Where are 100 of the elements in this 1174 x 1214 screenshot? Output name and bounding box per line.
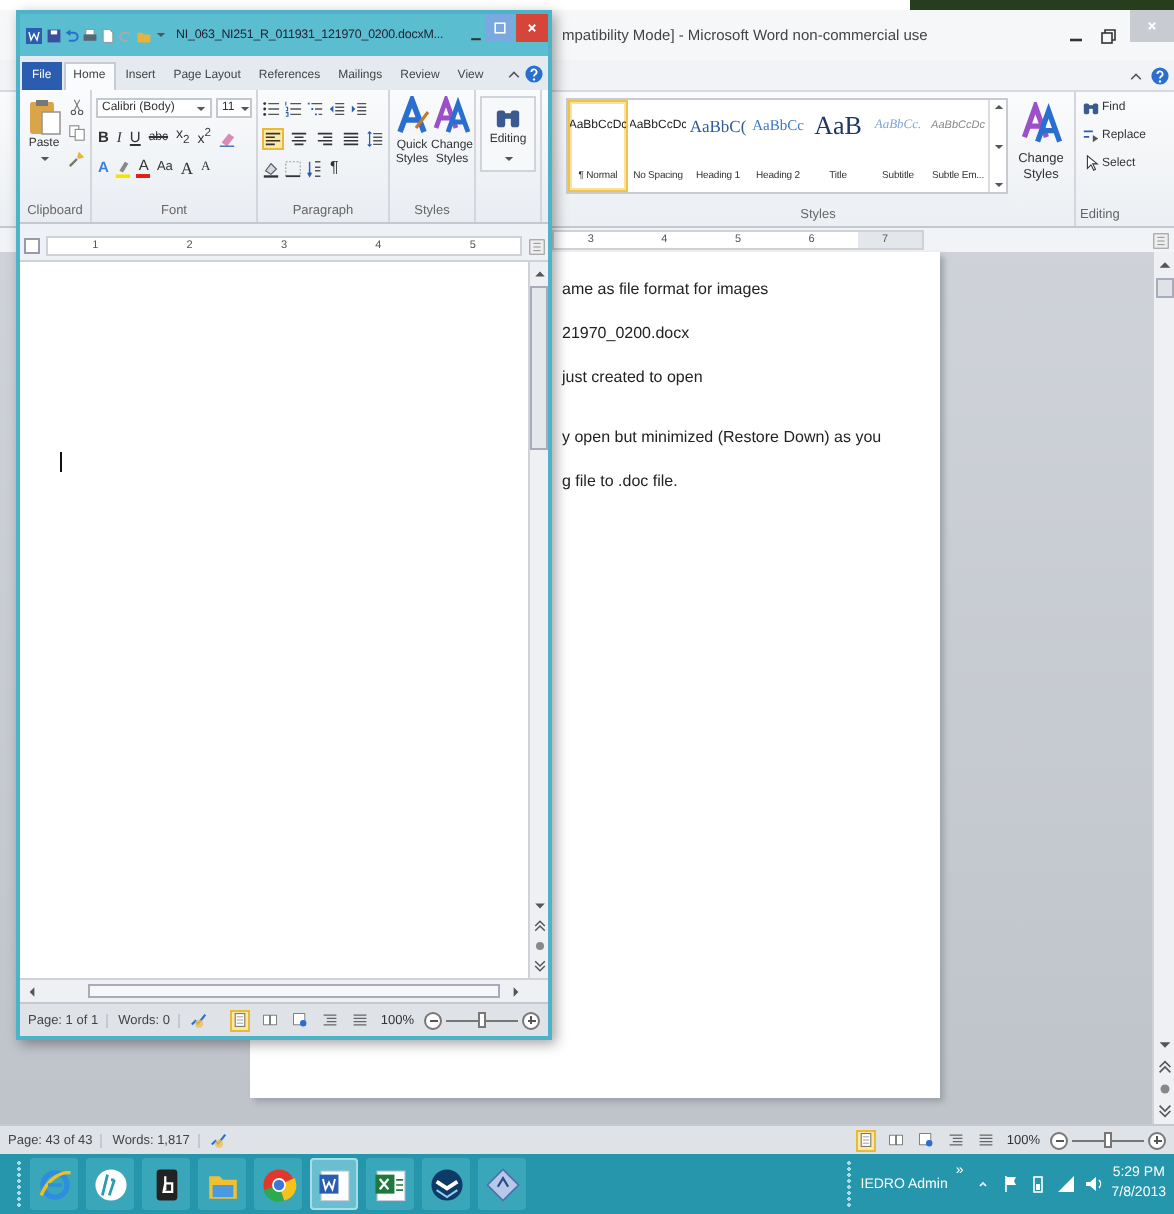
brush-icon[interactable] — [68, 150, 86, 168]
zoom-out-icon[interactable] — [1050, 1131, 1068, 1149]
save-icon[interactable] — [46, 27, 62, 43]
zoom-slider[interactable] — [1050, 1131, 1166, 1149]
proofing-icon[interactable] — [189, 1011, 208, 1029]
caret-icon — [501, 152, 515, 166]
view-button[interactable] — [320, 1009, 341, 1031]
previous-page-icon[interactable] — [1155, 1058, 1173, 1076]
browser-icon — [35, 1165, 73, 1203]
next-page-icon[interactable] — [1155, 1102, 1173, 1120]
letter-a-icon — [432, 96, 472, 136]
view-button[interactable] — [230, 1009, 251, 1031]
web-layout-icon — [292, 1012, 309, 1028]
draft-icon — [978, 1132, 995, 1148]
clipboard-icon — [24, 96, 64, 136]
left-arrow-icon[interactable] — [24, 983, 40, 999]
zoom-in-icon[interactable] — [1148, 1131, 1166, 1149]
view-button[interactable] — [350, 1009, 371, 1031]
taskbar-button[interactable] — [422, 1158, 470, 1210]
font-button[interactable]: A — [178, 158, 196, 178]
proofing-icon[interactable] — [209, 1131, 228, 1149]
align-button[interactable] — [288, 127, 310, 149]
ruler-toggle-icon[interactable] — [1152, 231, 1170, 249]
ruler-toggle-icon[interactable] — [528, 237, 546, 255]
highlighter-icon[interactable] — [114, 159, 133, 177]
slider-thumb[interactable] — [478, 1011, 486, 1027]
decrease-indent-icon[interactable] — [328, 99, 346, 117]
up-arrow-icon[interactable] — [991, 100, 1005, 114]
view-button[interactable] — [946, 1129, 967, 1151]
binoculars-icon — [1082, 98, 1100, 116]
signal-icon[interactable] — [1055, 1174, 1076, 1194]
help-icon[interactable] — [1150, 65, 1170, 85]
caret-icon[interactable] — [154, 28, 168, 42]
maximize-icon — [492, 20, 508, 36]
document-text: ame as file format for images — [562, 278, 771, 302]
view-button[interactable] — [916, 1129, 937, 1151]
speaker-icon[interactable] — [1083, 1174, 1104, 1194]
copy-icon[interactable] — [68, 124, 86, 142]
view-button[interactable] — [290, 1009, 311, 1031]
style-preview: AaBbC( — [690, 114, 746, 140]
numbered-list-icon[interactable] — [284, 99, 302, 117]
text-cursor — [60, 452, 62, 472]
restore-icon[interactable] — [1098, 25, 1118, 45]
vertical-scrollbar[interactable] — [1152, 252, 1174, 1124]
up-arrow-icon[interactable] — [531, 266, 547, 282]
replace-icon — [1082, 126, 1100, 144]
align-lines-icon — [264, 129, 282, 147]
round-chevron-icon — [427, 1165, 465, 1203]
word-app-icon[interactable] — [24, 25, 44, 45]
view-button[interactable] — [976, 1129, 997, 1151]
view-button[interactable] — [856, 1129, 877, 1151]
grip-icon — [846, 1160, 853, 1208]
align-button[interactable] — [262, 127, 284, 149]
close-button[interactable] — [516, 14, 548, 42]
scroll-thumb[interactable] — [530, 286, 548, 450]
scroll-thumb[interactable] — [1155, 278, 1173, 298]
bullet-list-icon[interactable] — [262, 99, 280, 117]
page-icon[interactable] — [100, 27, 116, 43]
document-text: y open but minimized (Restore Down) as you — [562, 426, 884, 450]
web-layout-icon — [918, 1132, 935, 1148]
next-page-icon[interactable] — [531, 958, 547, 974]
help-icon[interactable] — [524, 63, 544, 83]
eraser-icon[interactable] — [217, 129, 236, 147]
increase-indent-icon[interactable] — [350, 99, 368, 117]
view-button[interactable] — [260, 1009, 281, 1031]
letter-a-icon — [1019, 102, 1063, 146]
align-button[interactable] — [314, 127, 336, 149]
zoom-in-icon[interactable] — [522, 1011, 540, 1029]
close-icon — [524, 20, 540, 36]
outline-icon — [948, 1132, 965, 1148]
battery-icon[interactable] — [1027, 1174, 1048, 1194]
slider-thumb[interactable] — [1104, 1131, 1112, 1147]
view-button[interactable] — [886, 1129, 907, 1151]
pointer-icon — [1082, 154, 1100, 172]
shading-icon[interactable] — [262, 159, 280, 177]
down-arrow-icon[interactable] — [531, 898, 547, 914]
browse-object-icon[interactable] — [1155, 1080, 1173, 1098]
align-button[interactable] — [340, 127, 362, 149]
horizontal-scrollbar[interactable] — [20, 978, 548, 1002]
taskbar-button[interactable] — [310, 1158, 358, 1210]
flag-icon[interactable] — [999, 1174, 1020, 1194]
taskbar-button[interactable] — [142, 1158, 190, 1210]
vertical-scrollbar[interactable] — [528, 262, 548, 978]
multilevel-list-icon[interactable] — [306, 99, 324, 117]
zoom-slider[interactable] — [424, 1011, 540, 1029]
down-arrow-icon[interactable] — [991, 139, 1005, 153]
browse-object-icon[interactable] — [531, 938, 547, 954]
zoom-out-icon[interactable] — [424, 1011, 442, 1029]
print-icon[interactable] — [82, 27, 98, 43]
scissors-icon[interactable] — [68, 98, 86, 116]
right-arrow-icon[interactable] — [508, 983, 524, 999]
sort-icon[interactable] — [306, 159, 324, 177]
show-marks-button[interactable]: ¶ — [328, 158, 341, 178]
grip-icon — [16, 1160, 22, 1208]
borders-icon[interactable] — [284, 159, 302, 177]
line-spacing-icon[interactable] — [366, 129, 384, 147]
tab-selector[interactable] — [24, 238, 40, 254]
more-icon[interactable] — [991, 178, 1005, 192]
previous-page-icon[interactable] — [531, 918, 547, 934]
scroll-thumb[interactable] — [88, 984, 500, 998]
